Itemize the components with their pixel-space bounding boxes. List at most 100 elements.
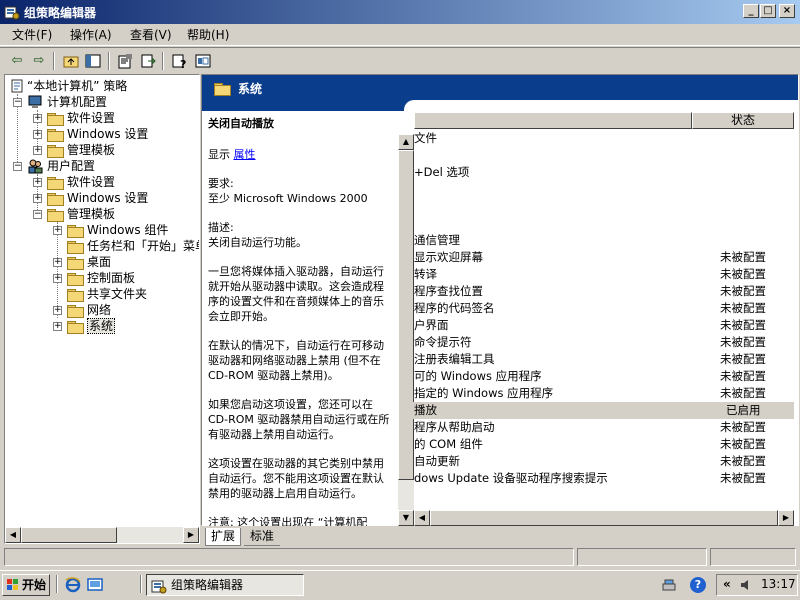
minimize-button[interactable]: _ — [743, 4, 759, 18]
menu-view[interactable]: 查看(V) — [128, 27, 174, 43]
tree-expander[interactable]: − — [33, 210, 42, 219]
list-row[interactable]: 的 COM 组件 未被配置 — [412, 436, 794, 453]
column-header-setting[interactable] — [414, 112, 692, 129]
tree-item-windows-settings[interactable]: Windows 设置 — [67, 126, 148, 142]
back-arrow-icon[interactable]: ⇦ — [6, 51, 28, 71]
ie-icon[interactable] — [64, 576, 82, 594]
speaker-icon[interactable] — [739, 578, 753, 592]
window-titlebar[interactable]: 组策略编辑器 _ □ × — [0, 0, 800, 24]
taskbar-task-gpedit[interactable]: 组策略编辑器 — [146, 574, 304, 596]
status-cell — [577, 548, 707, 566]
help-tray-icon[interactable]: ? — [690, 577, 706, 593]
tree-item-control-panel[interactable]: 控制面板 — [87, 270, 135, 286]
tab-extended[interactable]: 扩展 — [205, 528, 241, 546]
column-header-status[interactable]: 状态 — [692, 112, 794, 129]
setting-name: 程序查找位置 — [414, 284, 483, 298]
tree-item-desktop[interactable]: 桌面 — [87, 254, 111, 270]
list-row[interactable]: 播放 已启用 — [412, 402, 794, 419]
tree-expander[interactable]: + — [33, 178, 42, 187]
properties-icon[interactable] — [114, 51, 136, 71]
scroll-thumb[interactable] — [21, 527, 117, 543]
tree-expander[interactable]: + — [53, 306, 62, 315]
list-row[interactable]: 程序查找位置 未被配置 — [412, 283, 794, 300]
tree-item-system[interactable]: 系统 — [87, 318, 116, 334]
list-row[interactable]: 程序的代码签名 未被配置 — [412, 300, 794, 317]
header-curve — [404, 100, 798, 112]
list-row[interactable]: 程序从帮助启动 未被配置 — [412, 419, 794, 436]
list-row[interactable]: 转译 未被配置 — [412, 266, 794, 283]
list-row[interactable]: 通信管理 — [412, 232, 794, 249]
list-hscrollbar[interactable]: ◀ ▶ — [414, 510, 794, 526]
folder-icon — [47, 192, 64, 206]
show-desktop-icon[interactable] — [86, 576, 104, 594]
up-folder-icon[interactable] — [60, 51, 82, 71]
menu-action[interactable]: 操作(A) — [68, 27, 114, 43]
menu-file[interactable]: 文件(F) — [10, 27, 54, 43]
users-icon — [28, 159, 43, 174]
tree-expander[interactable]: + — [33, 114, 42, 123]
scroll-thumb[interactable] — [430, 510, 778, 526]
list-row[interactable]: 注册表编辑工具 未被配置 — [412, 351, 794, 368]
tray-chevron-icon[interactable]: « — [723, 577, 731, 591]
tree-expander[interactable]: + — [33, 146, 42, 155]
tree-expander[interactable]: + — [33, 194, 42, 203]
properties-link[interactable]: 属性 — [234, 148, 256, 161]
list-row[interactable]: 文件 — [412, 130, 794, 147]
tree-panel[interactable]: “本地计算机” 策略 − 计算机配置 + 软件设置 + Windows 设置 +… — [4, 74, 200, 544]
taskbar-separator — [56, 575, 58, 593]
folder-icon — [67, 272, 84, 286]
tree-expander[interactable]: + — [53, 226, 62, 235]
tree-item-user-config[interactable]: 用户配置 — [47, 158, 95, 174]
tree-root[interactable]: “本地计算机” 策略 — [27, 78, 127, 94]
scroll-right-button[interactable]: ▶ — [183, 527, 199, 543]
list-row[interactable]: 自动更新 未被配置 — [412, 453, 794, 470]
list-row[interactable]: 户界面 未被配置 — [412, 317, 794, 334]
scroll-left-button[interactable]: ◀ — [414, 510, 430, 526]
export-list-icon[interactable] — [137, 51, 159, 71]
mmc-icon[interactable] — [192, 51, 214, 71]
tree-item-user-software-settings[interactable]: 软件设置 — [67, 174, 115, 190]
description-text: 一旦您将媒体插入驱动器，自动运行就开始从驱动器中读取。这会造成程序的设置文件和在… — [208, 265, 384, 323]
tree-expander[interactable]: + — [33, 130, 42, 139]
show-label: 显示 — [208, 148, 230, 161]
close-button[interactable]: × — [779, 4, 795, 18]
scroll-down-button[interactable]: ▼ — [398, 510, 414, 526]
folder-icon — [67, 240, 84, 254]
tree-item-user-windows-settings[interactable]: Windows 设置 — [67, 190, 148, 206]
start-button[interactable]: 开始 — [2, 574, 50, 596]
menu-help[interactable]: 帮助(H) — [185, 27, 231, 43]
scroll-left-button[interactable]: ◀ — [5, 527, 21, 543]
list-row[interactable]: 命令提示符 未被配置 — [412, 334, 794, 351]
tree-item-network[interactable]: 网络 — [87, 302, 111, 318]
scroll-right-button[interactable]: ▶ — [778, 510, 794, 526]
toolbar-separator — [108, 52, 110, 70]
tree-expander[interactable]: + — [53, 274, 62, 283]
setting-name: 的 COM 组件 — [414, 437, 483, 451]
tree-item-taskbar-start[interactable]: 任务栏和「开始」菜单 — [87, 238, 199, 254]
tab-standard[interactable]: 标准 — [244, 528, 280, 546]
policy-scroll-icon — [11, 79, 23, 93]
tree-item-admin-templates[interactable]: 管理模板 — [67, 142, 115, 158]
tree-expander[interactable]: − — [13, 162, 22, 171]
network-icon[interactable] — [660, 576, 678, 594]
tree-item-user-admin-templates[interactable]: 管理模板 — [67, 206, 115, 222]
help-icon[interactable]: ? — [168, 51, 190, 71]
list-row[interactable]: 指定的 Windows 应用程序 未被配置 — [412, 385, 794, 402]
tree-item-computer-config[interactable]: 计算机配置 — [47, 94, 107, 110]
tree-expander[interactable]: − — [13, 98, 22, 107]
show-hide-tree-icon[interactable] — [82, 51, 104, 71]
list-row[interactable]: 显示欢迎屏幕 未被配置 — [412, 249, 794, 266]
setting-name: 程序的代码签名 — [414, 301, 495, 315]
list-row[interactable]: dows Update 设备驱动程序搜索提示 未被配置 — [412, 470, 794, 487]
tree-item-shared-folders[interactable]: 共享文件夹 — [87, 286, 147, 302]
maximize-button[interactable]: □ — [760, 4, 776, 18]
tree-item-windows-components[interactable]: Windows 组件 — [87, 222, 168, 238]
tree-expander[interactable]: + — [53, 258, 62, 267]
tree-hscrollbar[interactable]: ◀ ▶ — [5, 527, 199, 543]
tree-item-software-settings[interactable]: 软件设置 — [67, 110, 115, 126]
tree-expander[interactable]: + — [53, 322, 62, 331]
forward-arrow-icon[interactable]: ⇨ — [28, 51, 50, 71]
list-row[interactable]: +Del 选项 — [412, 164, 794, 181]
list-row[interactable]: 可的 Windows 应用程序 未被配置 — [412, 368, 794, 385]
group-policy-icon — [151, 580, 167, 594]
